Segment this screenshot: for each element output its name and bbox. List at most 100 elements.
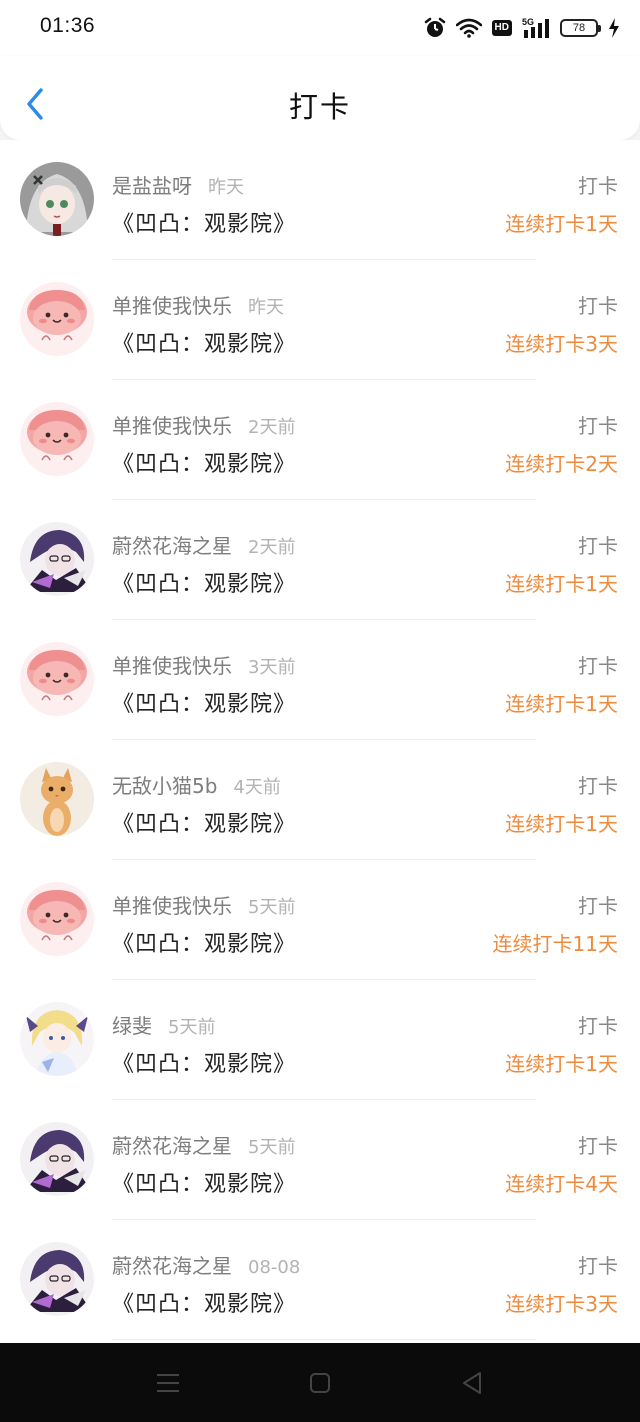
alarm-icon xyxy=(424,17,446,39)
navigation-bar xyxy=(0,1343,640,1422)
checkin-time: 2天前 xyxy=(248,417,296,438)
streak-text: 连续打卡1天 xyxy=(505,212,618,236)
status-time: 01:36 xyxy=(40,14,96,37)
username[interactable]: 单推使我快乐 xyxy=(112,294,232,318)
svg-text:5G: 5G xyxy=(522,17,534,27)
checkin-action-label: 打卡 xyxy=(578,534,618,558)
header-bar: 打卡 xyxy=(0,56,640,140)
streak-text: 连续打卡3天 xyxy=(505,332,618,356)
username[interactable]: 单推使我快乐 xyxy=(112,414,232,438)
checkin-time: 5天前 xyxy=(248,897,296,918)
user-avatar[interactable] xyxy=(20,1122,94,1196)
username[interactable]: 单推使我快乐 xyxy=(112,654,232,678)
username-line: 蔚然花海之星 08-08 xyxy=(112,1250,300,1279)
checkin-list: 是盐盐呀 昨天 《凹凸：观影院》 打卡 连续打卡1天 单推使我快乐 昨天 《凹凸：观影院》 打卡… xyxy=(0,140,640,1343)
checkin-action-label: 打卡 xyxy=(578,1014,618,1038)
checkin-time: 5天前 xyxy=(168,1017,216,1038)
username[interactable]: 单推使我快乐 xyxy=(112,894,232,918)
username-line: 单推使我快乐 3天前 xyxy=(112,650,295,679)
wifi-icon xyxy=(455,18,482,38)
checkin-action-label: 打卡 xyxy=(578,894,618,918)
work-title[interactable]: 《凹凸：观影院》 xyxy=(112,1166,296,1198)
checkin-action-label: 打卡 xyxy=(578,1134,618,1158)
checkin-time: 5天前 xyxy=(248,1137,296,1158)
checkin-row[interactable]: 绿斐 5天前《凹凸：观影院》 打卡连续打卡1天 xyxy=(0,980,640,1100)
checkin-row[interactable]: 无敌小猫5b 4天前《凹凸：观影院》 打卡连续打卡1天 xyxy=(0,740,640,860)
back-triangle-icon xyxy=(463,1372,481,1394)
checkin-time: 2天前 xyxy=(248,537,296,558)
checkin-row[interactable]: 蔚然花海之星 5天前《凹凸：观影院》 打卡连续打卡4天 xyxy=(0,1100,640,1220)
user-avatar[interactable] xyxy=(20,522,94,596)
charging-icon xyxy=(608,18,620,38)
user-avatar[interactable] xyxy=(20,282,94,356)
work-title[interactable]: 《凹凸：观影院》 xyxy=(112,206,296,238)
user-avatar[interactable] xyxy=(20,1002,94,1076)
username-line: 单推使我快乐 5天前 xyxy=(112,890,295,919)
streak-text: 连续打卡1天 xyxy=(505,812,618,836)
username-line: 单推使我快乐 昨天 xyxy=(112,290,284,319)
menu-button[interactable] xyxy=(148,1367,188,1399)
home-button[interactable] xyxy=(300,1367,340,1399)
checkin-time: 4天前 xyxy=(233,777,281,798)
home-icon xyxy=(310,1373,330,1393)
5g-signal-icon: 5G xyxy=(522,17,550,39)
streak-text: 连续打卡11天 xyxy=(492,932,618,956)
username[interactable]: 蔚然花海之星 xyxy=(112,534,232,558)
username-line: 蔚然花海之星 5天前 xyxy=(112,1130,295,1159)
checkin-action-label: 打卡 xyxy=(578,774,618,798)
checkin-action-label: 打卡 xyxy=(578,414,618,438)
checkin-row[interactable]: 蔚然花海之星 2天前 《凹凸：观影院》 打卡 连续打卡1天 xyxy=(0,500,640,620)
status-icons: HD 5G 78 xyxy=(424,14,620,42)
checkin-row[interactable]: 单推使我快乐 昨天 《凹凸：观影院》 打卡 连续打卡3天 xyxy=(0,260,640,380)
work-title[interactable]: 《凹凸：观影院》 xyxy=(112,446,296,478)
checkin-action-label: 打卡 xyxy=(578,174,618,198)
work-title[interactable]: 《凹凸：观影院》 xyxy=(112,806,296,838)
streak-text: 连续打卡1天 xyxy=(505,692,618,716)
work-title[interactable]: 《凹凸：观影院》 xyxy=(112,1286,296,1318)
user-avatar[interactable] xyxy=(20,642,94,716)
work-title[interactable]: 《凹凸：观影院》 xyxy=(112,926,296,958)
battery-icon: 78 xyxy=(560,19,601,37)
checkin-row[interactable]: 蔚然花海之星 08-08 《凹凸：观影院》 打卡 连续打卡3天 xyxy=(0,1220,640,1340)
checkin-time: 昨天 xyxy=(248,297,284,318)
checkin-time: 08-08 xyxy=(248,1257,301,1278)
username-line: 是盐盐呀 昨天 xyxy=(112,170,244,199)
checkin-row[interactable]: 单推使我快乐 2天前《凹凸：观影院》 打卡连续打卡2天 xyxy=(0,380,640,500)
checkin-time: 昨天 xyxy=(208,177,244,198)
username-line: 绿斐 5天前 xyxy=(112,1010,215,1039)
streak-text: 连续打卡2天 xyxy=(505,452,618,476)
work-title[interactable]: 《凹凸：观影院》 xyxy=(112,566,296,598)
user-avatar[interactable] xyxy=(20,882,94,956)
page-title: 打卡 xyxy=(288,90,351,124)
username[interactable]: 绿斐 xyxy=(112,1014,152,1038)
checkin-action-label: 打卡 xyxy=(578,294,618,318)
checkin-row[interactable]: 单推使我快乐 3天前《凹凸：观影院》 打卡连续打卡1天 xyxy=(0,620,640,740)
user-avatar[interactable] xyxy=(20,162,94,236)
username[interactable]: 是盐盐呀 xyxy=(112,174,192,198)
battery-level: 78 xyxy=(572,22,586,34)
user-avatar[interactable] xyxy=(20,402,94,476)
username[interactable]: 无敌小猫5b xyxy=(112,774,217,798)
work-title[interactable]: 《凹凸：观影院》 xyxy=(112,1046,296,1078)
user-avatar[interactable] xyxy=(20,1242,94,1316)
username-line: 无敌小猫5b 4天前 xyxy=(112,770,281,799)
hd-icon: HD xyxy=(491,20,512,36)
work-title[interactable]: 《凹凸：观影院》 xyxy=(112,326,296,358)
checkin-row[interactable]: 单推使我快乐 5天前《凹凸：观影院》 打卡连续打卡11天 xyxy=(0,860,640,980)
username[interactable]: 蔚然花海之星 xyxy=(112,1134,232,1158)
work-title[interactable]: 《凹凸：观影院》 xyxy=(112,686,296,718)
checkin-action-label: 打卡 xyxy=(578,1254,618,1278)
username[interactable]: 蔚然花海之星 xyxy=(112,1254,232,1278)
menu-icon xyxy=(157,1374,179,1392)
user-avatar[interactable] xyxy=(20,762,94,836)
streak-text: 连续打卡4天 xyxy=(505,1172,618,1196)
row-divider xyxy=(112,1339,536,1340)
checkin-row[interactable]: 是盐盐呀 昨天《凹凸：观影院》 打卡连续打卡1天 xyxy=(0,140,640,260)
checkin-time: 3天前 xyxy=(248,657,296,678)
username-line: 蔚然花海之星 2天前 xyxy=(112,530,295,559)
username-line: 单推使我快乐 2天前 xyxy=(112,410,295,439)
status-bar: 01:36 HD 5G 78 xyxy=(0,0,640,56)
checkin-action-label: 打卡 xyxy=(578,654,618,678)
back-nav-button[interactable] xyxy=(452,1367,492,1399)
streak-text: 连续打卡1天 xyxy=(505,1052,618,1076)
